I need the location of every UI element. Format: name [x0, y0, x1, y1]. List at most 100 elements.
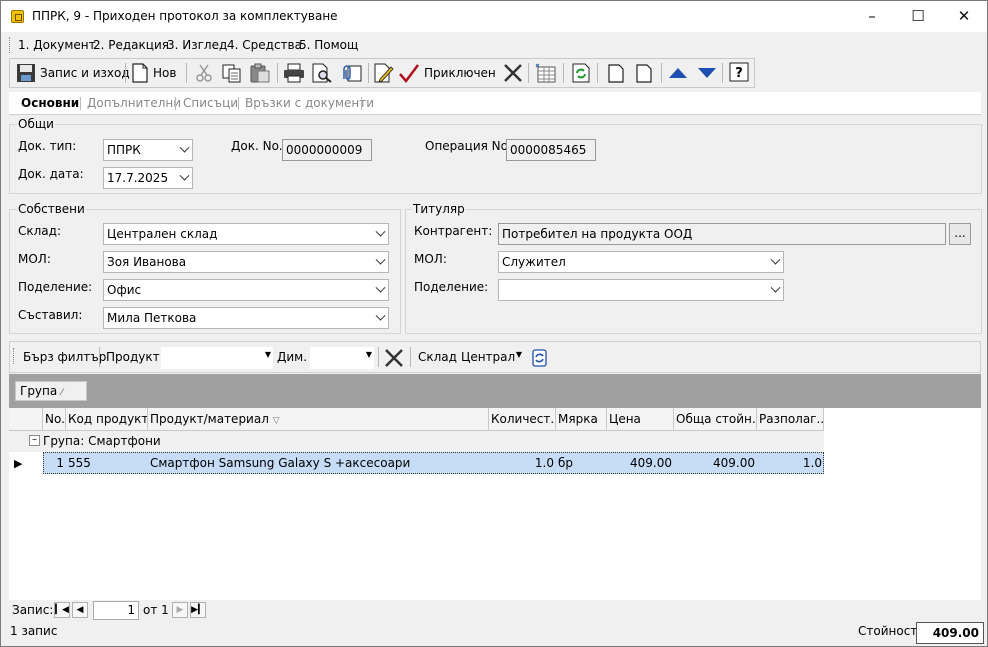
- refresh-icon: [532, 349, 547, 367]
- print-preview-icon: [312, 63, 332, 83]
- dim-filter-label: Дим.: [277, 350, 308, 364]
- menu-bar: 1. Документ 2. Редакция 3. Изглед 4. Сре…: [1, 32, 987, 58]
- group-by-chip[interactable]: Група ⁄: [15, 381, 87, 401]
- tab-document-links[interactable]: Връзки с документи: [245, 96, 374, 110]
- cross-icon: [504, 64, 522, 82]
- own-group-title: Собствени: [17, 202, 86, 216]
- table-row[interactable]: ▶ 1 555 Смартфон Samsung Galaxy S +аксес…: [9, 452, 824, 474]
- printer-icon: [284, 63, 304, 83]
- dropdown-arrow-icon: ▼: [264, 350, 271, 359]
- blank-document-button[interactable]: [633, 60, 655, 86]
- group-by-panel: Група ⁄: [9, 374, 981, 408]
- warehouse-select[interactable]: Централен склад: [103, 223, 389, 245]
- next-record-icon[interactable]: ▶: [172, 602, 188, 618]
- record-number-input[interactable]: 1: [93, 601, 139, 620]
- cell-quantity: 1.0: [534, 456, 554, 470]
- print-button[interactable]: [283, 60, 305, 86]
- move-down-button[interactable]: [696, 60, 718, 86]
- cross-icon: [385, 349, 403, 367]
- quick-filter-bar: Бърз филтър Продукт: ▼ Дим. ▼ Склад: Цен…: [9, 341, 981, 373]
- tab-lists[interactable]: Списъци: [183, 96, 238, 110]
- document-copy-icon: [608, 64, 624, 83]
- calculator-button[interactable]: [534, 60, 558, 86]
- copy-button[interactable]: [221, 60, 243, 86]
- table-icon: [535, 63, 556, 83]
- paste-button[interactable]: [249, 60, 271, 86]
- menu-document[interactable]: 1. Документ: [18, 38, 96, 52]
- cell-available: 1.0: [802, 456, 822, 470]
- quick-filter-label: Бърз филтър: [23, 350, 107, 364]
- menu-help[interactable]: 5. Помощ: [299, 38, 358, 52]
- edit-button[interactable]: [373, 60, 395, 86]
- help-button[interactable]: ?: [729, 60, 751, 86]
- column-header-quantity[interactable]: Количест...: [489, 408, 556, 431]
- print-preview-button[interactable]: [311, 60, 333, 86]
- cell-unit: бр: [558, 456, 574, 470]
- cut-button[interactable]: [194, 60, 214, 86]
- column-header-total[interactable]: Обща стойн...: [674, 408, 757, 431]
- menu-tools[interactable]: 4. Средства: [227, 38, 302, 52]
- product-filter-select[interactable]: ▼: [161, 347, 273, 369]
- author-select[interactable]: Мила Петкова: [103, 307, 389, 329]
- chevron-down-icon: [375, 310, 386, 321]
- own-mol-select[interactable]: Зоя Иванова: [103, 251, 389, 273]
- maximize-button[interactable]: ☐: [895, 1, 941, 32]
- record-count-label: от 1: [143, 603, 169, 617]
- column-header-price[interactable]: Цена: [607, 408, 674, 431]
- record-count-status: 1 запис: [10, 624, 58, 638]
- blank-document-icon: [636, 64, 652, 83]
- finished-button[interactable]: Приключен: [398, 60, 496, 86]
- value-label: Стойност:: [858, 624, 922, 638]
- holder-mol-label: МОЛ:: [414, 252, 447, 266]
- product-filter-label: Продукт:: [106, 350, 164, 364]
- attach-button[interactable]: [339, 60, 363, 86]
- tab-main[interactable]: Основни: [21, 96, 79, 110]
- new-button[interactable]: Нов: [131, 60, 176, 86]
- row-pointer-icon: ▶: [14, 457, 23, 470]
- previous-record-icon[interactable]: ◀: [72, 602, 88, 618]
- first-record-icon[interactable]: ▎◀: [54, 602, 70, 618]
- warehouse-filter-select[interactable]: Централ ▼: [458, 347, 524, 369]
- items-grid: No. Код продукт... Продукт/материал ▽ Ко…: [9, 408, 981, 600]
- copy-document-button[interactable]: [605, 60, 627, 86]
- app-window: ППРК, 9 - Приходен протокол за комплекту…: [0, 0, 988, 647]
- last-record-icon[interactable]: ▶▎: [190, 602, 206, 618]
- column-header-no[interactable]: No.: [43, 408, 66, 431]
- cancel-button[interactable]: [502, 60, 524, 86]
- refresh-icon: [572, 63, 590, 83]
- refresh-button[interactable]: [571, 60, 593, 86]
- dim-filter-select[interactable]: ▼: [310, 347, 374, 369]
- group-row[interactable]: – Група: Смартфони: [9, 431, 824, 452]
- counterparty-field[interactable]: Потребител на продукта ООД: [498, 223, 946, 245]
- clear-filter-button[interactable]: [383, 345, 405, 371]
- counterparty-browse-button[interactable]: ...: [949, 223, 971, 245]
- menu-edit[interactable]: 2. Редакция: [93, 38, 169, 52]
- save-exit-button[interactable]: Запис и изход: [16, 60, 130, 86]
- own-division-select[interactable]: Офис: [103, 279, 389, 301]
- app-icon: [11, 10, 24, 23]
- operation-no-field[interactable]: 0000085465: [506, 139, 596, 161]
- move-up-button[interactable]: [667, 60, 689, 86]
- holder-division-label: Поделение:: [414, 280, 489, 294]
- scissors-icon: [196, 64, 212, 82]
- column-header-unit[interactable]: Мярка: [556, 408, 607, 431]
- doc-date-picker[interactable]: 17.7.2025: [103, 167, 193, 189]
- attachment-icon: [343, 65, 362, 82]
- holder-mol-select[interactable]: Служител: [498, 251, 784, 273]
- holder-division-select[interactable]: [498, 279, 784, 301]
- warehouse-filter-label: Склад:: [418, 350, 461, 364]
- column-header-product[interactable]: Продукт/материал ▽: [148, 408, 489, 431]
- doc-no-field[interactable]: 0000000009: [282, 139, 372, 161]
- menu-view[interactable]: 3. Изглед: [167, 38, 227, 52]
- chevron-down-icon: [375, 254, 386, 265]
- collapse-icon[interactable]: –: [29, 435, 40, 446]
- doc-type-select[interactable]: ППРК: [103, 139, 193, 161]
- arrow-up-icon: [669, 68, 687, 78]
- column-header-available[interactable]: Разполаг...: [757, 408, 824, 431]
- minimize-button[interactable]: –: [849, 1, 895, 32]
- close-button[interactable]: ✕: [941, 1, 987, 32]
- column-header-code[interactable]: Код продукт...: [66, 408, 148, 431]
- filter-refresh-button[interactable]: [530, 345, 550, 371]
- counterparty-label: Контрагент:: [414, 224, 493, 238]
- tab-additional[interactable]: Допълнителни: [87, 96, 181, 110]
